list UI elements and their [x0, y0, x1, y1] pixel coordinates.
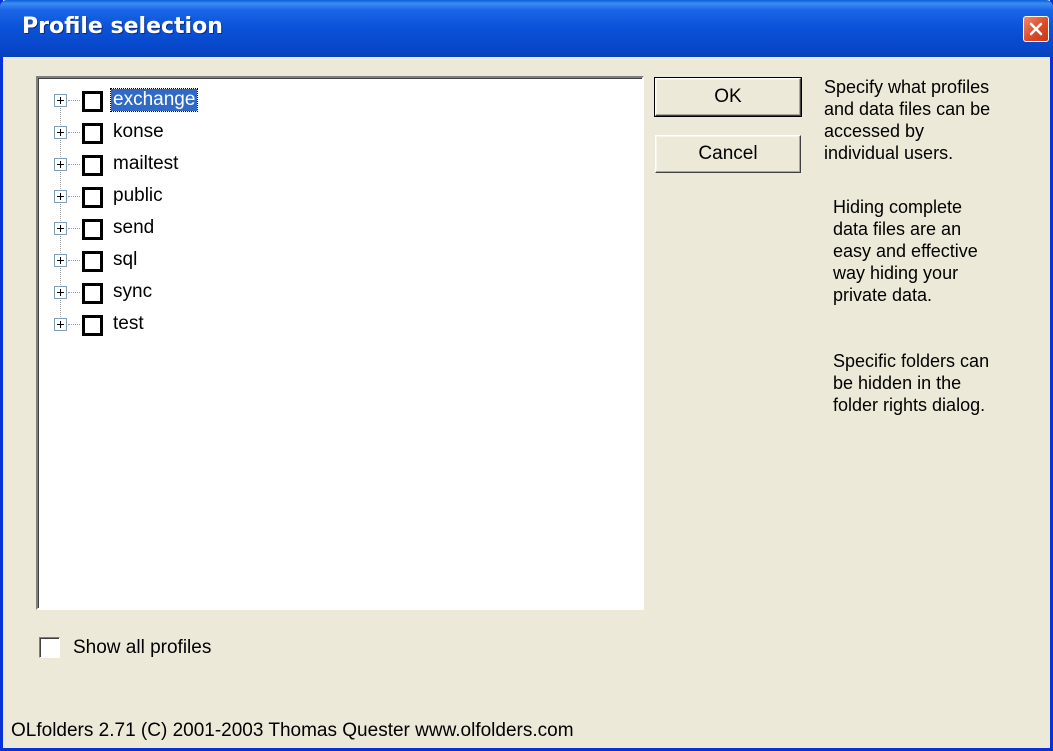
tree-connector — [68, 228, 80, 229]
expand-plus-icon[interactable] — [54, 126, 67, 139]
tree-item-checkbox[interactable] — [82, 219, 103, 240]
expand-plus-icon[interactable] — [54, 222, 67, 235]
tree-item-checkbox[interactable] — [82, 251, 103, 272]
tree-item-label[interactable]: mailtest — [111, 153, 180, 175]
tree-item[interactable]: konse — [38, 118, 438, 148]
tree-item[interactable]: sql — [38, 246, 438, 276]
tree-item-checkbox[interactable] — [82, 283, 103, 304]
tree-item-checkbox[interactable] — [82, 315, 103, 336]
expand-plus-icon[interactable] — [54, 286, 67, 299]
tree-item-label[interactable]: sync — [111, 281, 154, 303]
cancel-button[interactable]: Cancel — [655, 135, 801, 173]
show-all-profiles-label: Show all profiles — [73, 637, 212, 658]
tree-item[interactable]: public — [38, 182, 438, 212]
tree-item[interactable]: test — [38, 310, 438, 340]
tree-item-label[interactable]: sql — [111, 249, 139, 271]
expand-plus-icon[interactable] — [54, 158, 67, 171]
expand-plus-icon[interactable] — [54, 318, 67, 331]
tree-item[interactable]: sync — [38, 278, 438, 308]
tree-connector — [68, 100, 80, 101]
tree-item-checkbox[interactable] — [82, 91, 103, 112]
tree-connector — [68, 324, 80, 325]
tree-connector — [68, 292, 80, 293]
tree-item-label[interactable]: test — [111, 313, 146, 335]
tree-item[interactable]: mailtest — [38, 150, 438, 180]
tree-connector — [68, 164, 80, 165]
ok-button[interactable]: OK — [654, 77, 802, 117]
tree-item-checkbox[interactable] — [82, 123, 103, 144]
help-text-hiding: Hiding complete data files are an easy a… — [833, 197, 978, 305]
close-button[interactable] — [1023, 16, 1049, 42]
expand-plus-icon[interactable] — [54, 254, 67, 267]
tree-item[interactable]: send — [38, 214, 438, 244]
tree-item-label[interactable]: send — [111, 217, 156, 239]
tree-item-label[interactable]: konse — [111, 121, 166, 143]
tree-item-checkbox[interactable] — [82, 155, 103, 176]
close-icon — [1029, 22, 1043, 36]
title-bar[interactable]: Profile selection — [0, 0, 1053, 57]
help-text-profiles: Specify what profiles and data files can… — [824, 77, 991, 163]
tree-item-label[interactable]: public — [111, 185, 165, 207]
tree-item-checkbox[interactable] — [82, 187, 103, 208]
help-text-folders: Specific folders can be hidden in the fo… — [833, 351, 990, 415]
show-all-profiles-checkbox[interactable] — [39, 637, 60, 658]
expand-plus-icon[interactable] — [54, 190, 67, 203]
tree-item[interactable]: exchange — [38, 86, 438, 116]
tree-connector — [68, 132, 80, 133]
tree-connector — [68, 260, 80, 261]
copyright-footer: OLfolders 2.71 (C) 2001-2003 Thomas Ques… — [11, 720, 574, 741]
tree-connector — [68, 196, 80, 197]
tree-item-label[interactable]: exchange — [109, 88, 199, 112]
profile-tree[interactable]: exchange konse mailtest public send sql sync te… — [36, 76, 644, 610]
profile-selection-dialog: Profile selection exchange konse mailtest p… — [0, 0, 1053, 751]
expand-plus-icon[interactable] — [54, 94, 67, 107]
window-title: Profile selection — [22, 14, 223, 39]
